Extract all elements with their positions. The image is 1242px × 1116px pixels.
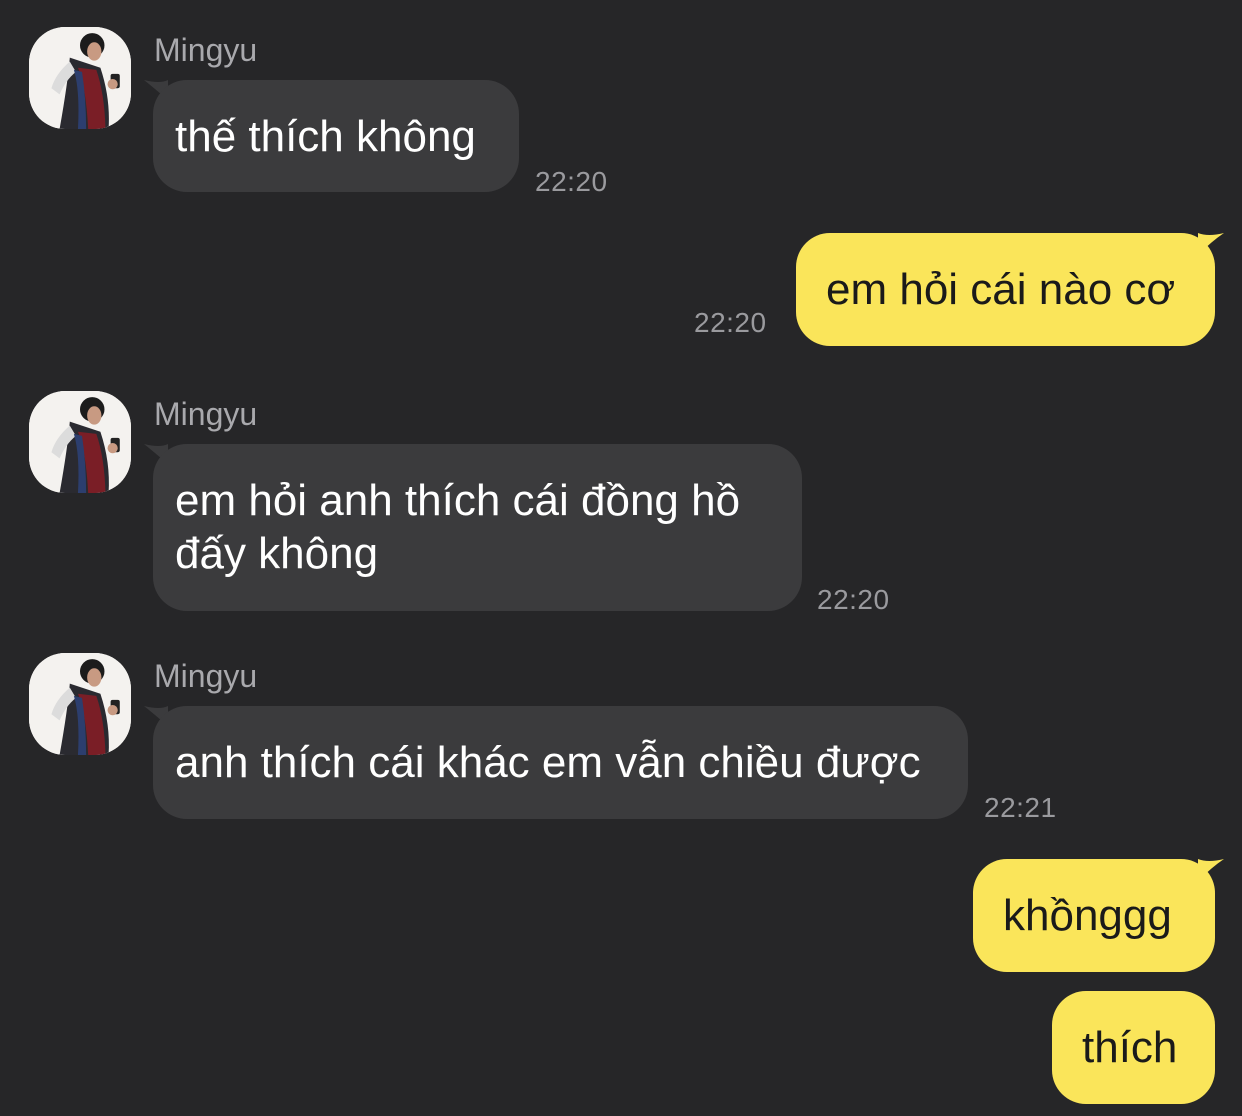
sender-name: Mingyu [154,658,258,694]
avatar[interactable] [29,653,131,755]
outgoing-message-bubble[interactable]: khồnggg [973,859,1215,972]
sender-name: Mingyu [154,32,258,68]
message-timestamp: 22:20 [694,307,767,338]
message-timestamp: 22:20 [817,584,890,615]
outgoing-message-bubble[interactable]: em hỏi cái nào cơ [796,233,1215,346]
message-timestamp: 22:21 [984,792,1057,823]
avatar-photo-icon [29,391,131,493]
avatar-photo-icon [29,27,131,129]
avatar[interactable] [29,27,131,129]
avatar[interactable] [29,391,131,493]
sender-name: Mingyu [154,396,258,432]
incoming-message-bubble[interactable]: anh thích cái khác em vẫn chiều được [153,706,968,819]
avatar-photo-icon [29,653,131,755]
outgoing-message-bubble[interactable]: thích [1052,991,1215,1104]
incoming-message-bubble[interactable]: thế thích không [153,80,519,192]
chat-view: Mingyu thế thích không 22:20 em hỏi cái … [0,0,1242,1116]
incoming-message-bubble[interactable]: em hỏi anh thích cái đồng hồ đấy không [153,444,802,611]
message-timestamp: 22:20 [535,166,608,197]
